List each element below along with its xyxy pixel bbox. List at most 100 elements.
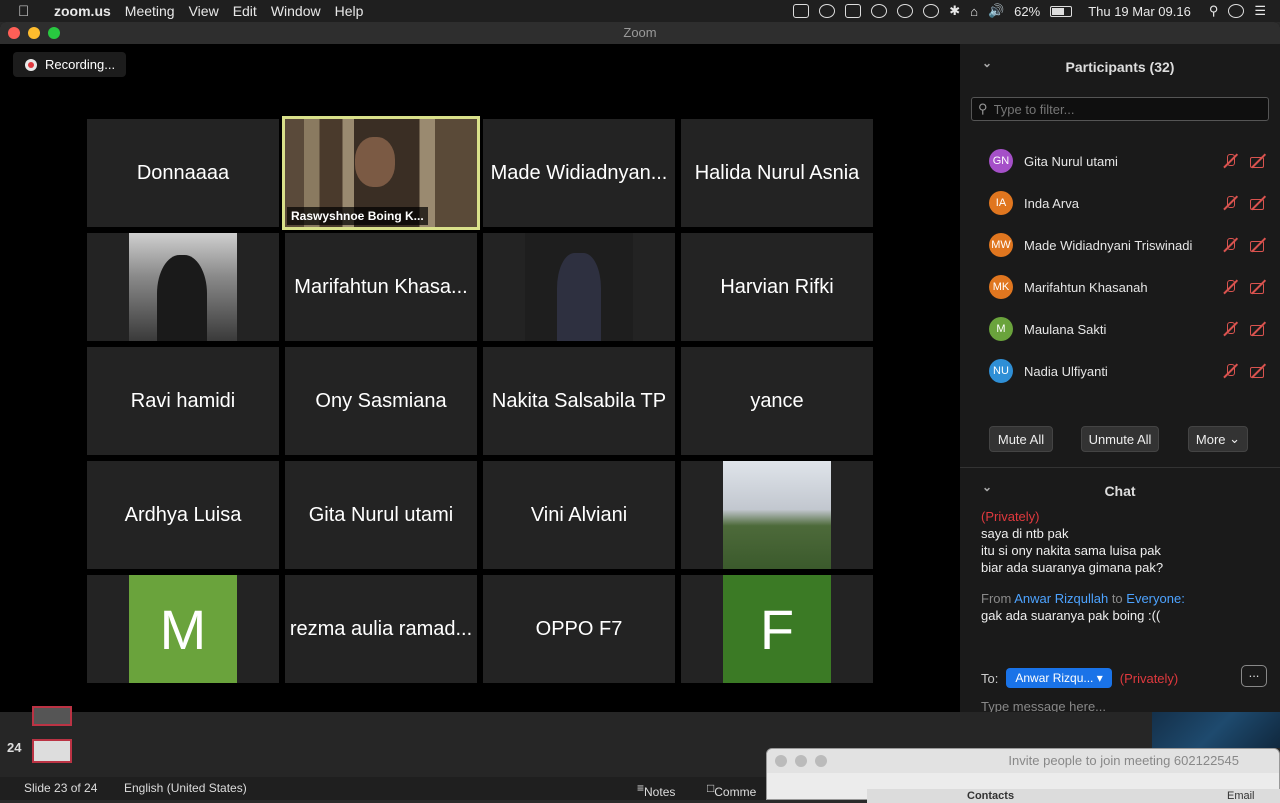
- video-tile[interactable]: [681, 461, 873, 569]
- slide-number: 24: [7, 740, 22, 755]
- video-tile[interactable]: Harvian Rifki: [681, 233, 873, 341]
- video-tile[interactable]: F: [681, 575, 873, 683]
- menu-bar:  zoom.us Meeting View Edit Window Help …: [0, 0, 1280, 22]
- participant-row[interactable]: NU Nadia Ulfiyanti: [960, 350, 1280, 392]
- play-icon[interactable]: [897, 4, 914, 18]
- video-off-icon[interactable]: [1250, 364, 1266, 378]
- cloud-sync-icon[interactable]: [923, 4, 940, 18]
- to-word: to: [1111, 591, 1123, 606]
- participant-row[interactable]: GN Gita Nurul utami: [960, 140, 1280, 182]
- participant-row[interactable]: MK Marifahtun Khasanah: [960, 266, 1280, 308]
- video-tile[interactable]: Gita Nurul utami: [285, 461, 477, 569]
- chat-message: biar ada suaranya gimana pak?: [981, 560, 1164, 575]
- tab-contacts[interactable]: Contacts: [967, 790, 1014, 802]
- muted-mic-icon[interactable]: [1222, 280, 1238, 294]
- comments-button[interactable]: □ Comme: [707, 781, 756, 799]
- muted-mic-icon[interactable]: [1222, 196, 1238, 210]
- cloud-upload-icon[interactable]: [819, 4, 836, 18]
- slide-thumbnail[interactable]: [32, 739, 72, 763]
- participant-row[interactable]: IA Inda Arva: [960, 182, 1280, 224]
- mute-all-button[interactable]: Mute All: [989, 426, 1053, 452]
- muted-mic-icon[interactable]: [1222, 238, 1238, 252]
- chat-title: Chat: [1104, 483, 1136, 499]
- notification-center-icon[interactable]: ☰: [1254, 3, 1266, 19]
- menu-help[interactable]: Help: [335, 3, 364, 19]
- participant-filter[interactable]: ⚲: [971, 97, 1269, 121]
- muted-mic-icon[interactable]: [1222, 364, 1238, 378]
- creative-cloud-icon[interactable]: [871, 4, 888, 18]
- video-tile[interactable]: OPPO F7: [483, 575, 675, 683]
- video-off-icon[interactable]: [1250, 154, 1266, 168]
- participant-photo: [525, 233, 633, 341]
- minimize-dialog-button[interactable]: [795, 755, 807, 767]
- bluetooth-icon[interactable]: ✱: [949, 3, 960, 19]
- menu-window[interactable]: Window: [271, 3, 321, 19]
- video-off-icon[interactable]: [1250, 280, 1266, 294]
- video-tile[interactable]: Marifahtun Khasa...: [285, 233, 477, 341]
- video-tile[interactable]: yance: [681, 347, 873, 455]
- wifi-icon[interactable]: ⌂: [970, 4, 978, 19]
- video-tile[interactable]: Ony Sasmiana: [285, 347, 477, 455]
- recipient-dropdown[interactable]: Anwar Rizqu... ▾: [1006, 668, 1112, 688]
- recording-indicator[interactable]: Recording...: [13, 52, 126, 77]
- video-tile[interactable]: rezma aulia ramad...: [285, 575, 477, 683]
- video-off-icon[interactable]: [1250, 238, 1266, 252]
- slide-thumbnail[interactable]: [32, 706, 72, 726]
- video-off-icon[interactable]: [1250, 196, 1266, 210]
- notification-icon[interactable]: [845, 4, 862, 18]
- unmute-all-button[interactable]: Unmute All: [1081, 426, 1159, 452]
- video-tile[interactable]: Nakita Salsabila TP: [483, 347, 675, 455]
- video-off-icon[interactable]: [1250, 322, 1266, 336]
- participant-name: Ony Sasmiana: [315, 389, 447, 412]
- sender-name[interactable]: Anwar Rizqullah: [1014, 591, 1108, 606]
- video-tile[interactable]: Donnaaaa: [87, 119, 279, 227]
- battery-icon[interactable]: [1050, 5, 1073, 17]
- participant-row[interactable]: MW Made Widiadnyani Triswinadi: [960, 224, 1280, 266]
- close-dialog-button[interactable]: [775, 755, 787, 767]
- close-window-button[interactable]: [8, 27, 20, 39]
- chat-message: saya di ntb pak: [981, 526, 1069, 541]
- participant-name: OPPO F7: [535, 617, 623, 640]
- zoom-dialog-button[interactable]: [815, 755, 827, 767]
- menu-view[interactable]: View: [189, 3, 219, 19]
- volume-icon[interactable]: 🔊: [988, 3, 1004, 19]
- filter-input[interactable]: [993, 101, 1254, 117]
- more-button[interactable]: More ⌄: [1188, 426, 1248, 452]
- app-menu[interactable]: zoom.us: [54, 3, 111, 19]
- more-label: More: [1195, 431, 1226, 447]
- video-tile-active-speaker[interactable]: Raswyshnoe Boing K...: [282, 116, 480, 230]
- video-tile[interactable]: Ardhya Luisa: [87, 461, 279, 569]
- language-status[interactable]: English (United States): [124, 781, 247, 795]
- video-tile[interactable]: Ravi hamidi: [87, 347, 279, 455]
- video-tile[interactable]: Vini Alviani: [483, 461, 675, 569]
- collapse-participants-icon[interactable]: ⌄: [982, 56, 992, 70]
- video-tile[interactable]: [483, 233, 675, 341]
- participant-photo: [129, 233, 237, 341]
- tab-email[interactable]: Email: [1227, 790, 1255, 802]
- siri-icon[interactable]: [1228, 4, 1245, 18]
- minimize-window-button[interactable]: [28, 27, 40, 39]
- participant-avatar: MW: [989, 233, 1013, 257]
- muted-mic-icon[interactable]: [1222, 322, 1238, 336]
- muted-mic-icon[interactable]: [1222, 154, 1238, 168]
- video-tile[interactable]: M: [87, 575, 279, 683]
- chat-input[interactable]: Type message here...: [981, 699, 1106, 712]
- notes-button[interactable]: ≡ Notes: [637, 781, 675, 799]
- participant-row[interactable]: M Maulana Sakti: [960, 308, 1280, 350]
- spotlight-search-icon[interactable]: ⚲: [1209, 3, 1219, 19]
- zoom-window-button[interactable]: [48, 27, 60, 39]
- video-tile[interactable]: Made Widiadnyan...: [483, 119, 675, 227]
- video-tile[interactable]: Halida Nurul Asnia: [681, 119, 873, 227]
- menu-meeting[interactable]: Meeting: [125, 3, 175, 19]
- battery-percent[interactable]: 62%: [1014, 4, 1040, 19]
- zoom-status-icon[interactable]: [793, 4, 810, 18]
- collapse-chat-icon[interactable]: ⌄: [982, 480, 992, 494]
- participant-name: Donnaaaa: [136, 161, 230, 184]
- chat-more-button[interactable]: ...: [1241, 665, 1267, 687]
- clock[interactable]: Thu 19 Mar 09.16: [1088, 4, 1191, 19]
- participant-avatar: GN: [989, 149, 1013, 173]
- recipient-label: Anwar Rizqu...: [1015, 671, 1094, 685]
- apple-icon[interactable]: : [18, 3, 40, 20]
- menu-edit[interactable]: Edit: [233, 3, 257, 19]
- video-tile[interactable]: [87, 233, 279, 341]
